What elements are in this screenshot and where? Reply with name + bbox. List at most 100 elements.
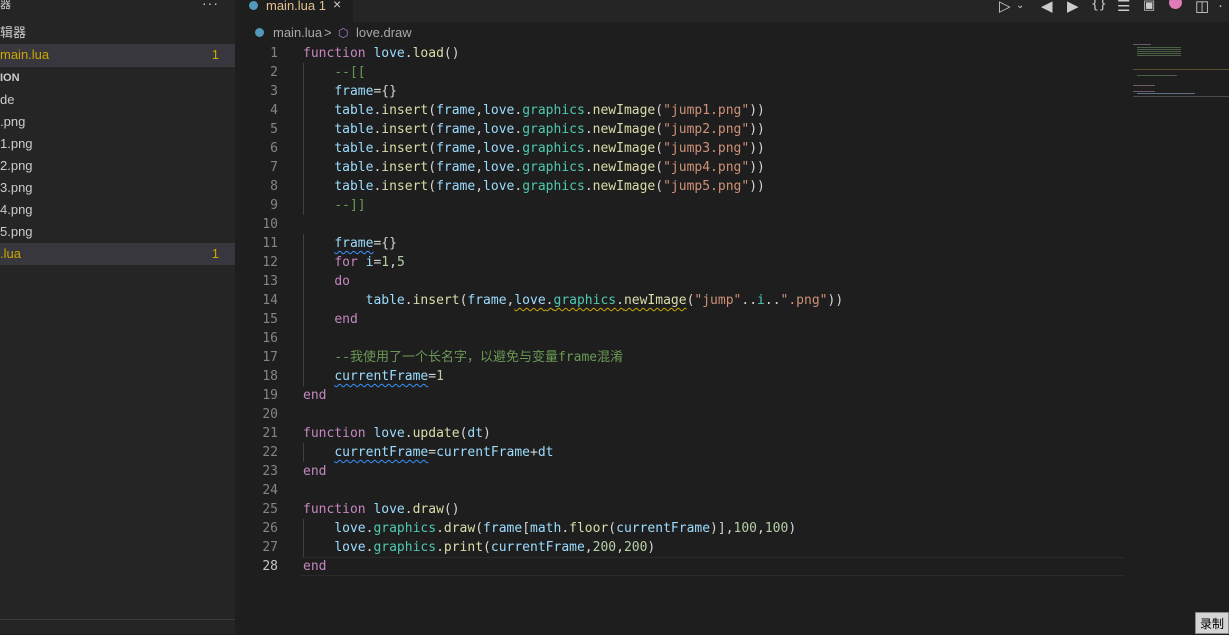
code-line[interactable]: 6 table.insert(frame,love.graphics.newIm… xyxy=(235,139,1135,158)
line-number: 2 xyxy=(270,65,278,80)
line-number: 16 xyxy=(262,331,278,346)
code-text: table.insert(frame,love.graphics.newImag… xyxy=(334,160,765,175)
code-line[interactable]: 2 --[[ xyxy=(235,63,1135,82)
explorer-title: 器 xyxy=(0,0,11,11)
code-line[interactable]: 17 --我使用了一个长名字，以避免与变量frame混淆 xyxy=(235,348,1135,367)
code-text: end xyxy=(303,388,327,403)
code-line[interactable]: 19 end xyxy=(235,386,1135,405)
line-number: 1 xyxy=(270,46,278,61)
file-item[interactable]: 4.png xyxy=(0,199,235,221)
code-text: --]] xyxy=(334,198,366,213)
file-item[interactable]: de xyxy=(0,89,235,111)
terminal-icon[interactable]: ▣ xyxy=(1143,0,1155,13)
braces-icon[interactable]: {} xyxy=(1091,0,1107,12)
line-number: 4 xyxy=(270,103,278,118)
file-item[interactable]: 2.png xyxy=(0,155,235,177)
code-line[interactable]: 7 table.insert(frame,love.graphics.newIm… xyxy=(235,158,1135,177)
lua-file-icon xyxy=(249,1,258,10)
code-text: function love.draw() xyxy=(303,502,460,517)
code-line[interactable]: 25 function love.draw() xyxy=(235,500,1135,519)
code-text: function love.load() xyxy=(303,46,460,61)
more-actions-icon[interactable]: ··· xyxy=(202,0,219,10)
open-editor-main-lua[interactable]: main.lua 1 xyxy=(0,44,235,66)
code-line[interactable]: 14 table.insert(frame,love.graphics.newI… xyxy=(235,291,1135,310)
folder-tree: ION de .png 1.png 2.png 3.png 4.png 5.pn… xyxy=(0,67,235,265)
code-line[interactable]: 26 love.graphics.draw(frame[math.floor(c… xyxy=(235,519,1135,538)
code-line[interactable]: 16 xyxy=(235,329,1135,348)
split-icon[interactable]: ◫ xyxy=(1195,0,1209,15)
problem-count-badge: 1 xyxy=(211,47,219,62)
code-editor[interactable]: 1 function love.load() 2 --[[3 frame={} 4 t… xyxy=(235,44,1229,634)
code-line[interactable]: 27 love.graphics.print(currentFrame,200,… xyxy=(235,538,1135,557)
folder-header[interactable]: ION xyxy=(0,67,235,89)
code-text: table.insert(frame,love.graphics.newImag… xyxy=(334,103,765,118)
code-line[interactable]: 5 table.insert(frame,love.graphics.newIm… xyxy=(235,120,1135,139)
tab-main-lua[interactable]: main.lua 1 × xyxy=(235,0,353,22)
line-number: 13 xyxy=(262,274,278,289)
run-icon[interactable]: ▷ xyxy=(999,0,1011,15)
code-line[interactable]: 8 table.insert(frame,love.graphics.newIm… xyxy=(235,177,1135,196)
code-line[interactable]: 15 end xyxy=(235,310,1135,329)
explorer-header: 器 ··· xyxy=(0,0,235,22)
method-cube-icon: ⬡ xyxy=(338,26,349,40)
breadcrumb-symbol[interactable]: love.draw xyxy=(356,22,412,44)
line-number: 5 xyxy=(270,122,278,137)
code-line[interactable]: 13 do xyxy=(235,272,1135,291)
open-editors: 辑器 main.lua 1 xyxy=(0,22,235,66)
line-number: 27 xyxy=(262,540,278,555)
line-number: 17 xyxy=(262,350,278,365)
line-number: 20 xyxy=(262,407,278,422)
file-item[interactable]: .png xyxy=(0,111,235,133)
code-text: table.insert(frame,love.graphics.newImag… xyxy=(334,141,765,156)
outline-divider xyxy=(0,619,235,620)
line-number: 15 xyxy=(262,312,278,327)
editor-actions: ▷ ⌄ ◀ ▶ {} ☰ ▣ ◫ · xyxy=(999,0,1229,15)
line-number: 28 xyxy=(262,559,278,574)
line-number: 12 xyxy=(262,255,278,270)
code-line[interactable]: 18 currentFrame=1 xyxy=(235,367,1135,386)
close-icon[interactable]: × xyxy=(333,0,341,11)
line-number: 14 xyxy=(262,293,278,308)
line-number: 19 xyxy=(262,388,278,403)
code-line[interactable]: 1 function love.load() xyxy=(235,44,1135,63)
list-icon[interactable]: ☰ xyxy=(1117,0,1130,15)
open-editors-header[interactable]: 辑器 xyxy=(0,22,235,44)
file-item-main-lua[interactable]: .lua 1 xyxy=(0,243,235,265)
code-line[interactable]: 21 function love.update(dt) xyxy=(235,424,1135,443)
code-text: frame={} xyxy=(334,84,397,99)
line-number: 7 xyxy=(270,160,278,175)
code-line[interactable]: 28 end xyxy=(235,557,1135,576)
code-line[interactable]: 12 for i=1,5 xyxy=(235,253,1135,272)
heart-icon[interactable] xyxy=(1169,0,1182,9)
code-line[interactable]: 20 xyxy=(235,405,1135,424)
file-item[interactable]: 1.png xyxy=(0,133,235,155)
code-line[interactable]: 23 end xyxy=(235,462,1135,481)
more-icon[interactable]: · xyxy=(1218,0,1223,14)
code-line[interactable]: 10 xyxy=(235,215,1135,234)
code-line[interactable]: 24 xyxy=(235,481,1135,500)
code-text: end xyxy=(303,559,327,574)
code-text: end xyxy=(334,312,358,327)
code-line[interactable]: 4 table.insert(frame,love.graphics.newIm… xyxy=(235,101,1135,120)
code-text: --我使用了一个长名字，以避免与变量frame混淆 xyxy=(334,350,624,365)
breadcrumb-file[interactable]: main.lua xyxy=(273,22,322,44)
code-text: table.insert(frame,love.graphics.newImag… xyxy=(334,179,765,194)
back-icon[interactable]: ◀ xyxy=(1041,0,1053,15)
record-button[interactable]: 录制 xyxy=(1195,612,1229,634)
line-number: 3 xyxy=(270,84,278,99)
dropdown-icon[interactable]: ⌄ xyxy=(1016,0,1024,11)
file-item[interactable]: 3.png xyxy=(0,177,235,199)
code-line[interactable]: 3 frame={} xyxy=(235,82,1135,101)
code-line[interactable]: 11 frame={} xyxy=(235,234,1135,253)
code-line[interactable]: 22 currentFrame=currentFrame+dt xyxy=(235,443,1135,462)
tab-label: main.lua 1 xyxy=(266,0,326,13)
file-item[interactable]: 5.png xyxy=(0,221,235,243)
code-text: do xyxy=(334,274,350,289)
forward-icon[interactable]: ▶ xyxy=(1067,0,1079,15)
tab-bar: main.lua 1 × ▷ ⌄ ◀ ▶ {} ☰ ▣ ◫ · xyxy=(235,0,1229,22)
code-text: function love.update(dt) xyxy=(303,426,491,441)
minimap[interactable] xyxy=(1133,44,1229,104)
code-text: table.insert(frame,love.graphics.newImag… xyxy=(334,122,765,137)
breadcrumb: main.lua > ⬡ love.draw xyxy=(235,22,1229,44)
code-line[interactable]: 9 --]] xyxy=(235,196,1135,215)
